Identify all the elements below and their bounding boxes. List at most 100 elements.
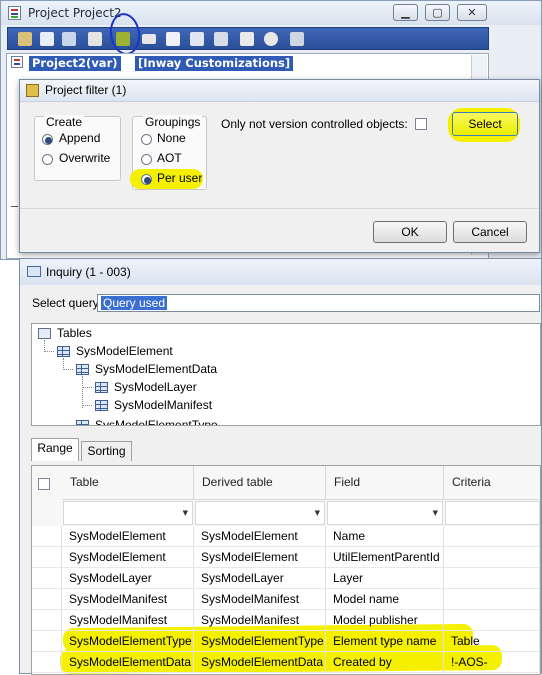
row-selector[interactable] bbox=[32, 547, 62, 568]
column-header-field[interactable]: Field bbox=[326, 466, 444, 500]
settings-icon[interactable] bbox=[290, 32, 304, 46]
select-button[interactable]: Select bbox=[452, 112, 518, 136]
table-row[interactable]: SysModelElementData SysModelElementData Cr… bbox=[32, 652, 540, 673]
tree-root-tables[interactable]: Tables bbox=[57, 326, 92, 340]
web-icon[interactable] bbox=[264, 32, 278, 46]
criteria-cell[interactable]: Table bbox=[444, 631, 540, 652]
copy-icon[interactable] bbox=[214, 32, 228, 46]
row-selector[interactable] bbox=[32, 631, 62, 652]
tree-item-sysmodelelementdata[interactable]: SysModelElementData bbox=[95, 362, 217, 376]
field-cell[interactable]: Model publisher bbox=[326, 610, 444, 631]
row-selector[interactable] bbox=[32, 568, 62, 589]
table-cell[interactable]: SysModelElement bbox=[62, 547, 194, 568]
table-cell[interactable]: SysModelElementData bbox=[62, 652, 194, 673]
select-all-checkbox[interactable] bbox=[38, 478, 50, 490]
aot-label[interactable]: AOT bbox=[157, 151, 182, 165]
field-cell[interactable]: Element type name bbox=[326, 631, 444, 652]
append-radio[interactable] bbox=[42, 134, 53, 145]
maximize-button[interactable]: ▢ bbox=[425, 4, 450, 21]
open-icon[interactable] bbox=[18, 32, 32, 46]
tree-item-sysmodelelementtype[interactable]: SysModelElementType bbox=[95, 418, 218, 425]
per-user-label[interactable]: Per user bbox=[157, 171, 202, 185]
derived-table-cell[interactable]: SysModelElementType bbox=[194, 631, 326, 652]
per-user-radio[interactable] bbox=[141, 174, 152, 185]
tree-item-sysmodelelement[interactable]: SysModelElement bbox=[76, 344, 173, 358]
table-row[interactable]: SysModelLayer SysModelLayer Layer bbox=[32, 568, 540, 589]
criteria-cell[interactable] bbox=[444, 568, 540, 589]
inquiry-icon bbox=[27, 266, 41, 277]
filter-field[interactable]: ▼ bbox=[327, 501, 443, 525]
inquiry-window: Inquiry (1 - 003) Select query: Query us… bbox=[19, 258, 542, 675]
overwrite-radio[interactable] bbox=[42, 154, 53, 165]
dialog-divider bbox=[20, 208, 539, 209]
minimize-button[interactable]: ▁ bbox=[393, 4, 418, 21]
compile-icon[interactable] bbox=[62, 32, 76, 46]
filter-table[interactable]: ▼ bbox=[63, 501, 193, 525]
range-grid: Table Derived table Field Criteria ▼ ▼ ▼… bbox=[31, 465, 541, 675]
row-selector[interactable] bbox=[32, 526, 62, 547]
field-cell[interactable]: Layer bbox=[326, 568, 444, 589]
field-cell[interactable]: Name bbox=[326, 526, 444, 547]
criteria-cell[interactable] bbox=[444, 526, 540, 547]
query-tree[interactable]: Tables SysModelElement SysModelElementDa… bbox=[31, 323, 541, 426]
tree-connector bbox=[82, 405, 92, 406]
criteria-cell[interactable]: !-AOS- bbox=[444, 652, 540, 673]
column-header-table[interactable]: Table bbox=[62, 466, 194, 500]
criteria-cell[interactable] bbox=[444, 610, 540, 631]
filter-derived-table[interactable]: ▼ bbox=[195, 501, 325, 525]
tree-item-sysmodelmanifest[interactable]: SysModelManifest bbox=[114, 398, 212, 412]
tree-connector bbox=[63, 369, 73, 370]
aot-radio[interactable] bbox=[141, 154, 152, 165]
table-cell[interactable]: SysModelLayer bbox=[62, 568, 194, 589]
cancel-button[interactable]: Cancel bbox=[453, 221, 527, 243]
select-query-input[interactable]: Query used bbox=[97, 294, 540, 312]
column-header-criteria[interactable]: Criteria bbox=[444, 466, 540, 500]
field-cell[interactable]: Created by bbox=[326, 652, 444, 673]
tree-item-sysmodellayer[interactable]: SysModelLayer bbox=[114, 380, 197, 394]
append-label[interactable]: Append bbox=[59, 131, 100, 145]
select-query-value[interactable]: Query used bbox=[101, 296, 168, 310]
row-selector[interactable] bbox=[32, 652, 62, 673]
row-selector[interactable] bbox=[32, 610, 62, 631]
project-root-suffix[interactable]: [Inway Customizations] bbox=[135, 56, 294, 71]
derived-table-cell[interactable]: SysModelElement bbox=[194, 526, 326, 547]
only-not-version-checkbox[interactable] bbox=[415, 118, 427, 130]
field-cell[interactable]: Model name bbox=[326, 589, 444, 610]
table-cell[interactable]: SysModelManifest bbox=[62, 610, 194, 631]
ok-button[interactable]: OK bbox=[373, 221, 447, 243]
derived-table-cell[interactable]: SysModelElementData bbox=[194, 652, 326, 673]
field-cell[interactable]: UtilElementParentId bbox=[326, 547, 444, 568]
tab-range[interactable]: Range bbox=[31, 438, 79, 461]
overwrite-label[interactable]: Overwrite bbox=[59, 151, 110, 165]
import-icon[interactable] bbox=[88, 32, 102, 46]
table-row[interactable]: SysModelManifest SysModelManifest Model na… bbox=[32, 589, 540, 610]
table-row[interactable]: SysModelElement SysModelElement UtilElemen… bbox=[32, 547, 540, 568]
table-row[interactable]: SysModelElement SysModelElement Name bbox=[32, 526, 540, 547]
undo-icon[interactable] bbox=[240, 32, 254, 46]
table-row[interactable]: SysModelElementType SysModelElementType El… bbox=[32, 631, 540, 652]
column-header-derived-table[interactable]: Derived table bbox=[194, 466, 326, 500]
project-icon bbox=[8, 6, 21, 20]
table-row[interactable]: SysModelManifest SysModelManifest Model pu… bbox=[32, 610, 540, 631]
criteria-cell[interactable] bbox=[444, 589, 540, 610]
table-cell[interactable]: SysModelManifest bbox=[62, 589, 194, 610]
layer-icon[interactable] bbox=[142, 34, 156, 44]
database-icon[interactable] bbox=[190, 32, 204, 46]
dropdown-arrow-icon: ▼ bbox=[182, 509, 188, 517]
derived-table-cell[interactable]: SysModelElement bbox=[194, 547, 326, 568]
properties-icon[interactable] bbox=[40, 32, 54, 46]
tab-sorting[interactable]: Sorting bbox=[81, 441, 132, 461]
project-root-node[interactable]: Project2(var) bbox=[29, 56, 121, 71]
filter-criteria[interactable] bbox=[445, 501, 540, 525]
criteria-cell[interactable] bbox=[444, 547, 540, 568]
none-label[interactable]: None bbox=[157, 131, 186, 145]
new-icon[interactable] bbox=[166, 32, 180, 46]
table-cell[interactable]: SysModelElementType bbox=[62, 631, 194, 652]
close-button[interactable]: ✕ bbox=[457, 4, 487, 21]
none-radio[interactable] bbox=[141, 134, 152, 145]
derived-table-cell[interactable]: SysModelManifest bbox=[194, 610, 326, 631]
derived-table-cell[interactable]: SysModelManifest bbox=[194, 589, 326, 610]
derived-table-cell[interactable]: SysModelLayer bbox=[194, 568, 326, 589]
table-cell[interactable]: SysModelElement bbox=[62, 526, 194, 547]
row-selector[interactable] bbox=[32, 589, 62, 610]
